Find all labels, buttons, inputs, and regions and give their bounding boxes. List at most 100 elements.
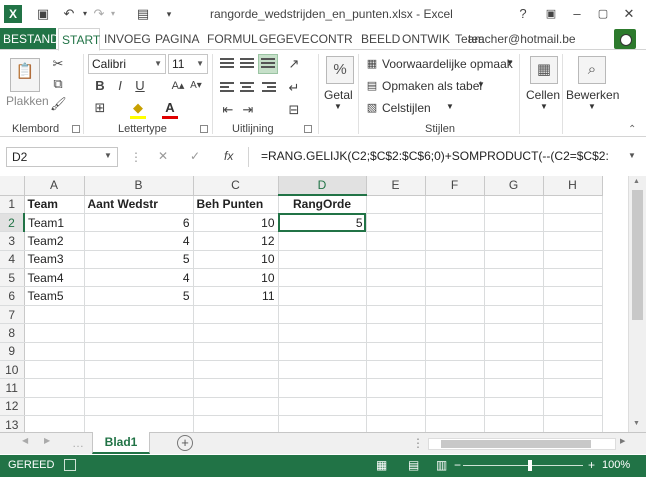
maximize-icon[interactable]: ▢ — [592, 4, 614, 24]
cell[interactable]: 5 — [278, 213, 367, 233]
macro-record-icon[interactable] — [64, 459, 76, 471]
chevron-down-icon[interactable]: ▼ — [104, 151, 112, 160]
cell[interactable]: 10 — [193, 213, 279, 233]
cell[interactable] — [84, 305, 194, 325]
cell[interactable] — [543, 268, 603, 288]
enter-button[interactable]: ✓ — [190, 149, 200, 163]
page-layout-view-icon[interactable]: ▤ — [408, 458, 419, 472]
align-middle-icon[interactable] — [240, 58, 254, 70]
cell[interactable] — [278, 231, 367, 251]
collapse-ribbon-icon[interactable]: ⌃ — [628, 124, 636, 135]
row-header[interactable]: 2 — [0, 213, 25, 233]
cell[interactable] — [425, 342, 485, 362]
cell[interactable] — [278, 250, 367, 270]
cell[interactable]: Beh Punten — [193, 195, 279, 214]
zoom-in-button[interactable]: + — [588, 458, 595, 472]
cells-icon[interactable]: ▦ — [530, 56, 558, 84]
font-size-select[interactable]: 11 ▼ — [168, 54, 208, 74]
cell[interactable] — [278, 268, 367, 288]
format-painter-icon[interactable]: 🖌 — [50, 96, 67, 112]
cell[interactable] — [543, 286, 603, 306]
cell[interactable]: 5 — [84, 250, 194, 270]
cell[interactable] — [278, 323, 367, 343]
cell[interactable] — [484, 213, 544, 233]
expand-formula-icon[interactable]: ▼ — [628, 151, 636, 160]
conditional-format-button[interactable]: Voorwaardelijke opmaak — [382, 57, 513, 71]
align-right-icon[interactable] — [262, 82, 276, 94]
zoom-slider-handle[interactable] — [528, 460, 532, 471]
cell[interactable] — [425, 195, 485, 214]
orientation-icon[interactable]: ↗ — [286, 56, 302, 72]
cell[interactable] — [366, 250, 426, 270]
tab-data[interactable]: GEGEVE — [256, 28, 313, 50]
cell[interactable] — [278, 397, 367, 417]
cell[interactable] — [366, 397, 426, 417]
cell[interactable] — [425, 378, 485, 398]
horizontal-scrollbar[interactable] — [428, 438, 616, 450]
column-header[interactable]: A — [24, 176, 85, 196]
align-top-icon[interactable] — [220, 58, 234, 70]
align-center-icon[interactable] — [240, 82, 254, 94]
sheet-tab-blad1[interactable]: Blad1 — [92, 432, 150, 454]
cell[interactable] — [425, 397, 485, 417]
paste-icon[interactable]: 📋 — [10, 58, 40, 92]
cell[interactable] — [84, 323, 194, 343]
minimize-button[interactable]: – — [566, 4, 588, 24]
cell[interactable] — [543, 415, 603, 432]
cell[interactable] — [484, 305, 544, 325]
cell[interactable] — [543, 342, 603, 362]
column-header[interactable]: C — [193, 176, 279, 196]
font-name-select[interactable]: Calibri ▼ — [88, 54, 166, 74]
cell[interactable]: 10 — [193, 250, 279, 270]
row-header[interactable]: 6 — [0, 286, 25, 306]
cut-icon[interactable]: ✂ — [50, 56, 66, 72]
column-header[interactable]: E — [366, 176, 426, 196]
formula-input[interactable]: =RANG.GELIJK(C2;$C$2:$C$6;0)+SOMPRODUCT(… — [248, 147, 630, 167]
cell[interactable] — [543, 323, 603, 343]
row-header[interactable]: 5 — [0, 268, 25, 288]
cell[interactable] — [193, 397, 279, 417]
cell[interactable] — [278, 305, 367, 325]
cell[interactable] — [278, 415, 367, 432]
cell[interactable] — [484, 360, 544, 380]
cell[interactable]: RangOrde — [278, 195, 367, 214]
help-button[interactable]: ? — [512, 4, 534, 24]
scroll-thumb[interactable] — [441, 440, 591, 448]
cell[interactable] — [425, 231, 485, 251]
cell[interactable]: 11 — [193, 286, 279, 306]
chevron-down-icon[interactable]: ▼ — [588, 102, 596, 111]
cell[interactable] — [193, 323, 279, 343]
row-header[interactable]: 8 — [0, 323, 25, 343]
select-all-corner[interactable] — [0, 176, 25, 196]
cell[interactable] — [278, 378, 367, 398]
cell[interactable] — [366, 323, 426, 343]
cell[interactable] — [278, 360, 367, 380]
cell[interactable]: Team5 — [24, 286, 85, 306]
row-header[interactable]: 12 — [0, 397, 25, 417]
cell[interactable] — [543, 195, 603, 214]
cell[interactable] — [84, 360, 194, 380]
bold-button[interactable]: B — [92, 78, 108, 94]
tab-start[interactable]: START — [58, 28, 100, 51]
row-header[interactable]: 9 — [0, 342, 25, 362]
font-color-icon[interactable]: A — [162, 100, 178, 116]
vertical-scrollbar[interactable]: ▲ ▼ — [628, 176, 646, 432]
cell[interactable] — [425, 415, 485, 432]
tab-insert[interactable]: INVOEG — [101, 28, 154, 50]
cell[interactable]: 6 — [84, 213, 194, 233]
cell[interactable] — [366, 415, 426, 432]
number-button[interactable]: Getal — [324, 88, 353, 102]
page-break-view-icon[interactable]: ▥ — [436, 458, 447, 472]
touch-mode-icon[interactable]: ▤ — [134, 5, 152, 23]
cell[interactable] — [366, 305, 426, 325]
column-header[interactable]: F — [425, 176, 485, 196]
cell[interactable]: Team1 — [24, 213, 85, 233]
cell[interactable] — [366, 360, 426, 380]
italic-button[interactable]: I — [112, 78, 128, 94]
cell[interactable]: Team2 — [24, 231, 85, 251]
cell[interactable]: 10 — [193, 268, 279, 288]
cell[interactable] — [484, 286, 544, 306]
cell[interactable] — [543, 305, 603, 325]
column-header[interactable]: H — [543, 176, 603, 196]
cell[interactable] — [484, 195, 544, 214]
